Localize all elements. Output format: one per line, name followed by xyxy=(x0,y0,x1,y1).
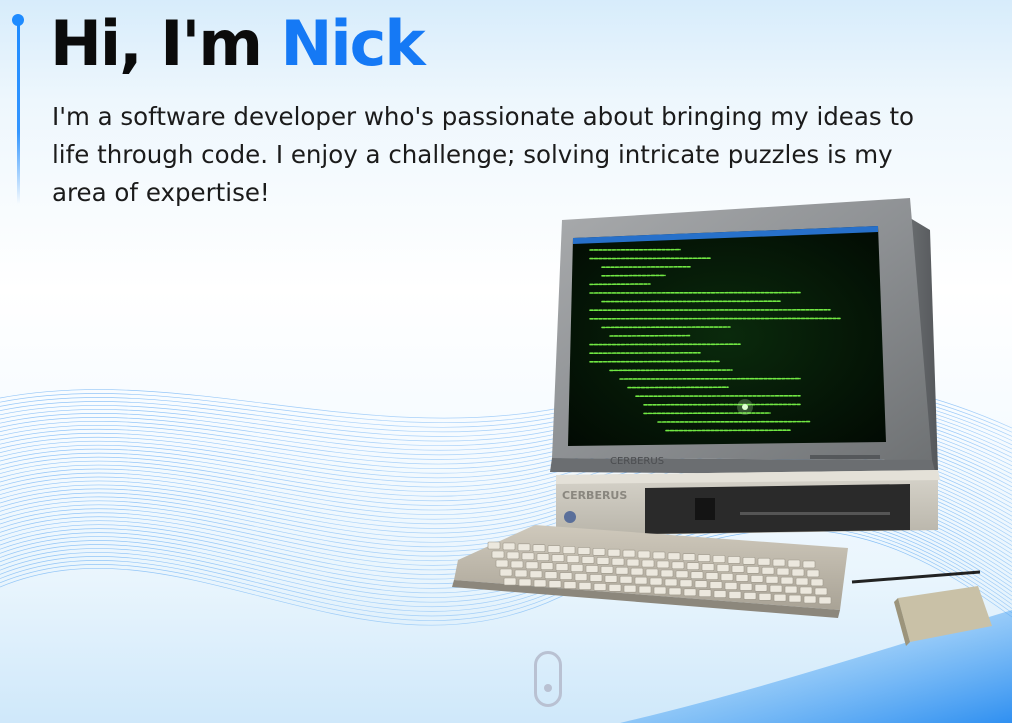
title-name: Nick xyxy=(280,7,426,80)
timeline-rail xyxy=(17,24,20,204)
title-prefix: Hi, I'm xyxy=(50,7,281,80)
hero-title: Hi, I'm Nick xyxy=(50,0,426,90)
retro-computer-illustration: CERBERUS CERBERUS xyxy=(452,198,992,646)
case-brand: CERBERUS xyxy=(562,489,627,502)
scroll-down-indicator[interactable] xyxy=(534,651,562,707)
mouse-scroll-icon xyxy=(544,684,552,692)
monitor-brand: CERBERUS xyxy=(610,456,664,467)
timeline-dot-icon xyxy=(12,14,24,26)
